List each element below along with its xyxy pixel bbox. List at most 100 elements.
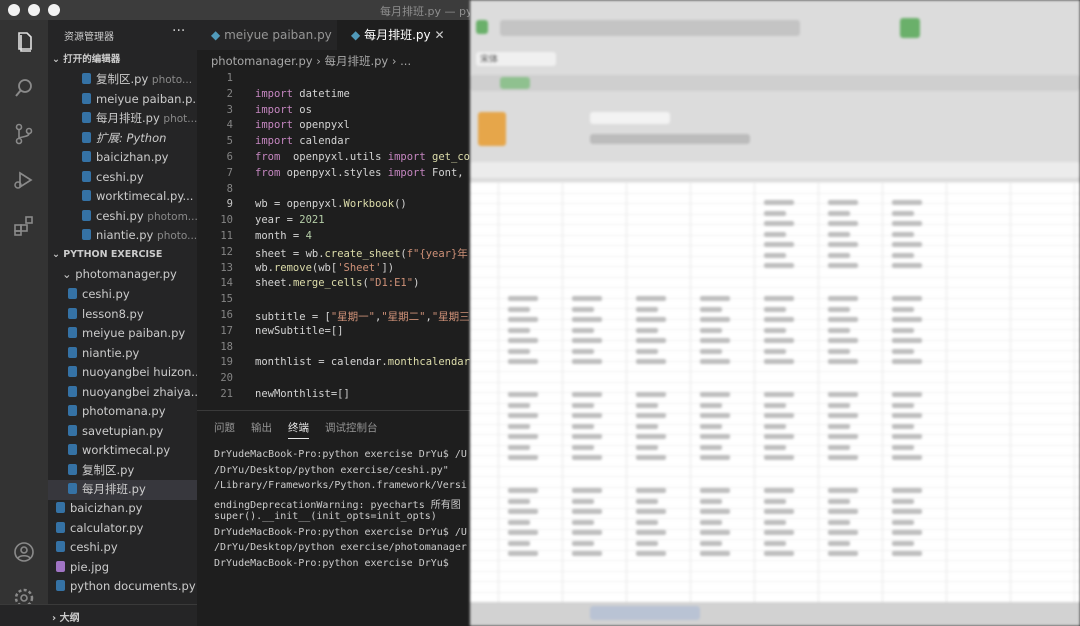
code-line[interactable]: from openpyxl.utils import get_co bbox=[255, 151, 470, 163]
cell-content bbox=[572, 444, 594, 450]
tab-problems[interactable]: 问题 bbox=[214, 420, 235, 435]
code-line[interactable]: sheet = wb.create_sheet(f"{year}年 bbox=[255, 246, 468, 261]
cell-content bbox=[636, 338, 666, 343]
account-icon[interactable] bbox=[12, 540, 36, 564]
open-editor-item[interactable]: meiyue paiban.p... bbox=[48, 90, 197, 110]
folder-photomanager[interactable]: ⌄ photomanager.py bbox=[48, 265, 197, 285]
python-file-icon bbox=[82, 73, 91, 84]
zoom-window-button[interactable] bbox=[48, 4, 60, 16]
paste-icon[interactable] bbox=[478, 112, 506, 146]
workspace-section[interactable]: ⌄ PYTHON EXERCISE bbox=[48, 246, 197, 264]
code-line[interactable]: newMonthlist=[] bbox=[255, 388, 350, 400]
formula-bar[interactable] bbox=[470, 162, 1080, 178]
file-name: worktimecal.py... bbox=[96, 189, 194, 203]
close-icon[interactable]: ✕ bbox=[434, 28, 444, 42]
file-name: lesson8.py bbox=[82, 306, 144, 321]
format-buttons[interactable] bbox=[590, 134, 750, 144]
tab-output[interactable]: 输出 bbox=[251, 420, 272, 435]
folder-file-item[interactable]: 每月排班.py bbox=[48, 480, 197, 500]
open-editor-item[interactable]: ceshi.py photom... bbox=[48, 207, 197, 227]
file-path: photom... bbox=[147, 210, 197, 223]
code-line[interactable]: import openpyxl bbox=[255, 119, 350, 131]
root-file-item[interactable]: baicizhan.py bbox=[48, 499, 197, 519]
close-window-button[interactable] bbox=[8, 4, 20, 16]
folder-file-item[interactable]: lesson8.py bbox=[48, 305, 197, 325]
grid-row-line bbox=[470, 518, 1080, 519]
sheet-tab[interactable] bbox=[590, 606, 700, 620]
root-file-item[interactable]: calculator.py bbox=[48, 519, 197, 539]
cell-content bbox=[764, 327, 786, 333]
extensions-icon[interactable] bbox=[12, 214, 36, 238]
breadcrumb[interactable]: photomanager.py › 每月排班.py › ... bbox=[211, 53, 411, 69]
open-editor-item[interactable]: 复制区.py photo... bbox=[48, 70, 197, 90]
root-file-item[interactable]: pie.jpg bbox=[48, 558, 197, 578]
code-line[interactable]: newSubtitle=[] bbox=[255, 325, 344, 337]
code-line[interactable]: sheet.merge_cells("D1:E1") bbox=[255, 277, 419, 289]
outline-section[interactable]: › 大纲 bbox=[0, 604, 197, 626]
folder-file-item[interactable]: 复制区.py bbox=[48, 461, 197, 481]
cell-content bbox=[828, 509, 858, 514]
root-file-item[interactable]: ceshi.py bbox=[48, 538, 197, 558]
cell-content bbox=[828, 402, 850, 408]
open-editor-item[interactable]: ceshi.py bbox=[48, 168, 197, 188]
code-line[interactable]: import os bbox=[255, 104, 312, 116]
code-line[interactable]: year = 2021 bbox=[255, 214, 325, 226]
folder-file-item[interactable]: niantie.py bbox=[48, 344, 197, 364]
folder-file-item[interactable]: worktimecal.py bbox=[48, 441, 197, 461]
cell-content bbox=[700, 455, 730, 460]
cell-content bbox=[828, 540, 850, 546]
tab-monthly-schedule[interactable]: ◆ 每月排班.py ✕ bbox=[337, 20, 470, 50]
folder-file-item[interactable]: nuoyangbei zhaiya... bbox=[48, 383, 197, 403]
cell-content bbox=[764, 498, 786, 504]
tab-terminal[interactable]: 终端 bbox=[288, 420, 309, 439]
cell-content bbox=[892, 359, 922, 364]
code-line[interactable]: wb.remove(wb['Sheet']) bbox=[255, 262, 394, 274]
font-name-box[interactable]: 宋体 bbox=[476, 52, 556, 66]
line-number: 9 bbox=[226, 198, 233, 211]
code-line[interactable]: month = 4 bbox=[255, 230, 312, 242]
font-dropdown[interactable] bbox=[590, 112, 670, 124]
source-control-icon[interactable] bbox=[12, 122, 36, 146]
tab-debug-console[interactable]: 调试控制台 bbox=[325, 420, 378, 435]
open-editor-item[interactable]: 扩展: Python bbox=[48, 129, 197, 149]
code-line[interactable]: wb = openpyxl.Workbook() bbox=[255, 198, 407, 210]
explorer-icon[interactable] bbox=[12, 30, 36, 54]
editor-tabs: ◆ meiyue paiban.py ◆ 每月排班.py ✕ bbox=[197, 20, 470, 50]
run-debug-icon[interactable] bbox=[12, 168, 36, 192]
cell-content bbox=[828, 221, 858, 226]
folder-file-item[interactable]: savetupian.py bbox=[48, 422, 197, 442]
cell-content bbox=[572, 434, 602, 439]
open-editor-item[interactable]: worktimecal.py... bbox=[48, 187, 197, 207]
quick-toolbar[interactable] bbox=[500, 20, 800, 36]
excel-new-icon[interactable] bbox=[476, 20, 488, 34]
file-name: niantie.py bbox=[96, 228, 154, 242]
minimize-window-button[interactable] bbox=[28, 4, 40, 16]
folder-file-item[interactable]: ceshi.py bbox=[48, 285, 197, 305]
cell-content bbox=[636, 509, 666, 514]
open-editor-item[interactable]: baicizhan.py bbox=[48, 148, 197, 168]
line-number: 8 bbox=[226, 182, 233, 195]
open-editors-section[interactable]: ⌄ 打开的编辑器 bbox=[48, 51, 197, 69]
share-icon[interactable] bbox=[900, 18, 920, 38]
python-file-icon bbox=[56, 580, 65, 591]
spreadsheet-grid[interactable] bbox=[470, 182, 1080, 602]
folder-file-item[interactable]: nuoyangbei huizon... bbox=[48, 363, 197, 383]
python-file-icon bbox=[68, 346, 77, 358]
code-line[interactable]: import datetime bbox=[255, 88, 350, 100]
open-editor-item[interactable]: 每月排班.py phot... bbox=[48, 109, 197, 129]
open-editor-item[interactable]: niantie.py photo... bbox=[48, 226, 197, 246]
folder-file-item[interactable]: meiyue paiban.py bbox=[48, 324, 197, 344]
ribbon-tab-start[interactable] bbox=[500, 77, 530, 89]
code-line[interactable]: subtitle = ["星期一","星期二","星期三 bbox=[255, 309, 470, 324]
cell-content bbox=[764, 423, 786, 429]
code-line[interactable]: import calendar bbox=[255, 135, 350, 147]
workspace-label: PYTHON EXERCISE bbox=[63, 249, 163, 260]
tab-meiyue-paiban[interactable]: ◆ meiyue paiban.py bbox=[197, 20, 332, 50]
explorer-more-button[interactable]: ··· bbox=[172, 23, 185, 39]
root-file-item[interactable]: python documents.py bbox=[48, 577, 197, 597]
code-line[interactable]: monthlist = calendar.monthcalendar bbox=[255, 356, 470, 368]
excel-ribbon: 宋体 bbox=[470, 0, 1080, 182]
folder-file-item[interactable]: photomana.py bbox=[48, 402, 197, 422]
code-line[interactable]: from openpyxl.styles import Font, bbox=[255, 167, 464, 179]
search-icon[interactable] bbox=[12, 76, 36, 100]
